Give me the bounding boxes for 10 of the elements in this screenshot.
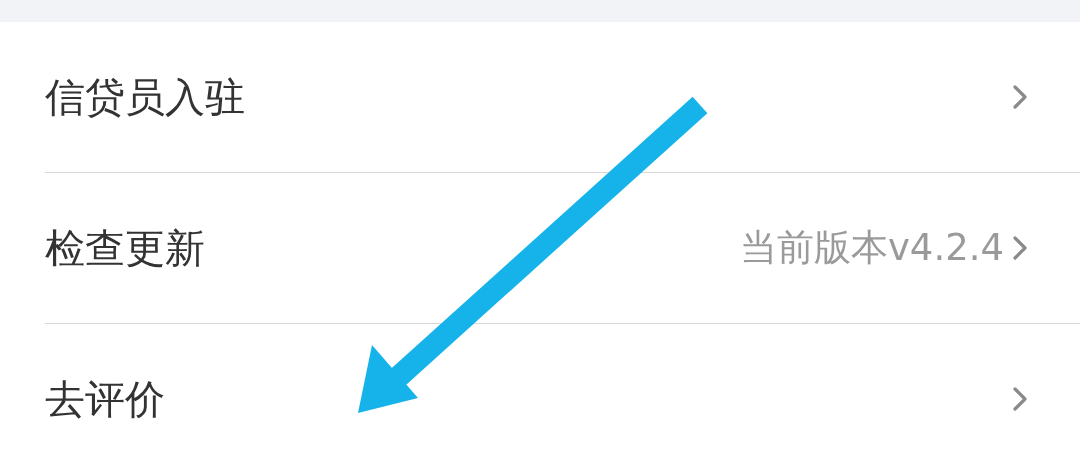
settings-row[interactable]: 信贷员入驻 [45, 22, 1080, 173]
row-value: 当前版本v4.2.4 [739, 225, 1004, 271]
chevron-icon [1012, 84, 1028, 110]
row-label: 去评价 [45, 374, 165, 424]
chevron-icon [1012, 235, 1028, 261]
row-label: 信贷员入驻 [45, 72, 245, 122]
settings-row[interactable]: 检查更新 当前版本v4.2.4 [45, 173, 1080, 324]
chevron-icon [1012, 386, 1028, 412]
settings-row[interactable]: 去评价 [45, 324, 1080, 458]
row-label: 检查更新 [45, 223, 205, 273]
